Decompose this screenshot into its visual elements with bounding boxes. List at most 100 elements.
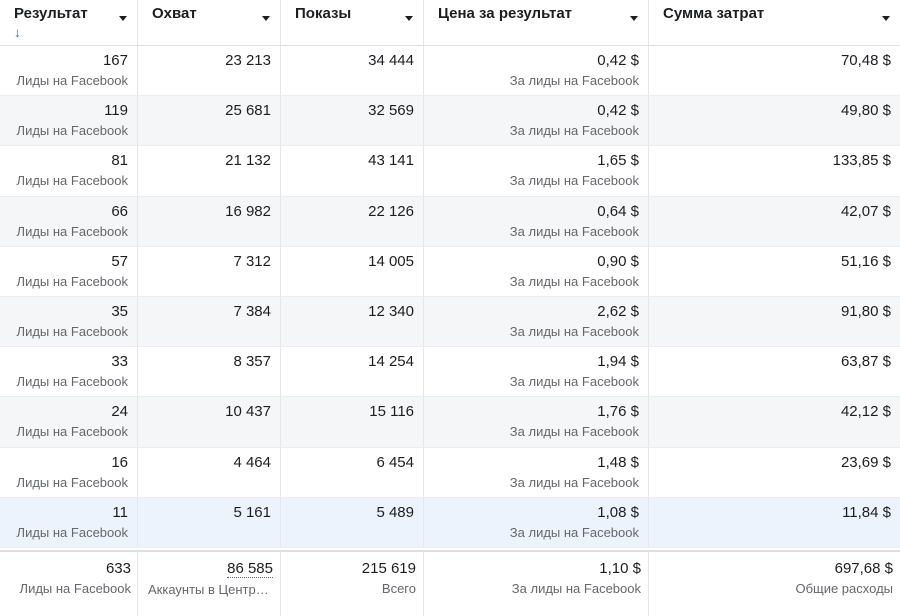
chevron-down-icon[interactable] xyxy=(405,16,413,21)
reach-cell: 7 384 xyxy=(138,296,281,347)
cpr-cell: 1,65 $ За лиды на Facebook xyxy=(424,146,649,196)
reach-cell: 4 464 xyxy=(138,447,281,497)
cpr-value: 1,94 $ xyxy=(597,353,639,371)
chevron-down-icon[interactable] xyxy=(882,16,890,21)
column-header-cost-per-result[interactable]: Цена за результат xyxy=(424,0,649,45)
table-row[interactable]: 33 Лиды на Facebook 8 357 14 254 1,94 $ За ли… xyxy=(0,347,900,398)
spend-value: 42,12 $ xyxy=(840,403,891,421)
spend-cell: 42,07 $ xyxy=(649,197,900,246)
table-row[interactable]: 35 Лиды на Facebook 7 384 12 340 2,62 $ За ли… xyxy=(0,296,900,348)
impressions-cell: 6 454 xyxy=(281,447,424,497)
result-value: 66 xyxy=(111,202,128,220)
cpr-cell: 0,90 $ За лиды на Facebook xyxy=(424,246,649,296)
total-reach-cell: 86 585 Аккаунты в Центр… xyxy=(138,551,281,616)
table-row[interactable]: 11 Лиды на Facebook 5 161 5 489 1,08 $ За лид… xyxy=(0,497,900,548)
chevron-down-icon[interactable] xyxy=(630,16,638,21)
cpr-value: 0,90 $ xyxy=(597,252,639,270)
result-cell: 119 Лиды на Facebook xyxy=(0,96,138,146)
table-row[interactable]: 16 Лиды на Facebook 4 464 6 454 1,48 $ За лид… xyxy=(0,447,900,498)
total-result-cell: 633 Лиды на Facebook xyxy=(0,551,138,616)
chevron-down-icon[interactable] xyxy=(262,16,270,21)
cpr-cell: 2,62 $ За лиды на Facebook xyxy=(424,296,649,347)
result-cell: 66 Лиды на Facebook xyxy=(0,196,138,246)
result-sublabel: Лиды на Facebook xyxy=(16,73,128,88)
cpr-sublabel: За лиды на Facebook xyxy=(509,424,639,440)
spend-value: 51,16 $ xyxy=(840,252,891,270)
result-sublabel: Лиды на Facebook xyxy=(16,524,128,540)
ads-results-table: Результат ↓ Охват Показы Цена за результ… xyxy=(0,0,900,616)
spend-cell: 11,84 $ xyxy=(649,498,900,547)
result-cell: 11 Лиды на Facebook xyxy=(0,497,138,547)
result-value: 81 xyxy=(111,152,128,170)
impressions-cell: 14 005 xyxy=(281,246,424,296)
reach-value: 16 982 xyxy=(225,202,271,220)
cpr-cell: 1,94 $ За лиды на Facebook xyxy=(424,347,649,397)
table-row[interactable]: 24 Лиды на Facebook 10 437 15 116 1,76 $ За л… xyxy=(0,397,900,448)
result-cell: 16 Лиды на Facebook xyxy=(0,447,138,497)
table-row[interactable]: 119 Лиды на Facebook 25 681 32 569 0,42 $ За … xyxy=(0,96,900,147)
spend-cell: 91,80 $ xyxy=(649,297,900,346)
spend-cell: 133,85 $ xyxy=(649,146,900,195)
spend-cell: 42,12 $ xyxy=(649,397,900,446)
impressions-value: 43 141 xyxy=(368,152,414,170)
total-spend-cell: 697,68 $ Общие расходы xyxy=(649,552,900,616)
spend-cell: 51,16 $ xyxy=(649,247,900,296)
reach-value: 21 132 xyxy=(225,152,271,170)
sort-descending-icon[interactable]: ↓ xyxy=(14,25,123,39)
reach-value: 23 213 xyxy=(225,52,271,69)
cpr-sublabel: За лиды на Facebook xyxy=(509,73,639,88)
result-sublabel: Лиды на Facebook xyxy=(16,273,128,289)
cpr-cell: 1,08 $ За лиды на Facebook xyxy=(424,497,649,547)
column-header-result[interactable]: Результат ↓ xyxy=(0,0,138,45)
cpr-sublabel: За лиды на Facebook xyxy=(509,273,639,289)
spend-cell: 70,48 $ xyxy=(649,46,900,95)
result-sublabel: Лиды на Facebook xyxy=(16,123,128,139)
column-header-label: Сумма затрат xyxy=(663,5,765,22)
reach-value: 8 357 xyxy=(233,353,271,371)
total-impressions-value: 215 619 xyxy=(361,559,416,577)
reach-cell: 10 437 xyxy=(138,397,281,447)
cpr-cell: 0,42 $ За лиды на Facebook xyxy=(424,96,649,146)
impressions-cell: 34 444 xyxy=(281,46,424,96)
column-header-label: Цена за результат xyxy=(438,5,573,22)
result-value: 16 xyxy=(111,453,128,471)
reach-value: 25 681 xyxy=(225,102,271,120)
result-value: 11 xyxy=(112,503,128,521)
spend-value: 11,84 $ xyxy=(842,503,891,521)
total-cpr-value: 1,10 $ xyxy=(599,559,641,577)
table-row[interactable]: 57 Лиды на Facebook 7 312 14 005 0,90 $ За ли… xyxy=(0,246,900,297)
impressions-cell: 22 126 xyxy=(281,196,424,246)
column-header-impressions[interactable]: Показы xyxy=(281,0,424,45)
cpr-sublabel: За лиды на Facebook xyxy=(509,323,639,339)
cpr-sublabel: За лиды на Facebook xyxy=(509,524,639,540)
result-value: 33 xyxy=(111,353,128,371)
impressions-value: 5 489 xyxy=(376,503,414,521)
cpr-sublabel: За лиды на Facebook xyxy=(509,374,639,390)
cpr-sublabel: За лиды на Facebook xyxy=(509,223,639,239)
reach-value: 5 161 xyxy=(233,503,271,521)
impressions-value: 34 444 xyxy=(368,52,414,69)
table-row[interactable]: 81 Лиды на Facebook 21 132 43 141 1,65 $ За л… xyxy=(0,146,900,197)
impressions-cell: 43 141 xyxy=(281,146,424,196)
table-row[interactable]: 167 Лиды на Facebook 23 213 34 444 0,42 $ За … xyxy=(0,46,900,97)
column-header-amount-spent[interactable]: Сумма затрат xyxy=(649,0,900,45)
impressions-cell: 14 254 xyxy=(281,347,424,397)
total-reach-value[interactable]: 86 585 xyxy=(227,560,273,578)
chevron-down-icon[interactable] xyxy=(119,16,127,21)
impressions-cell: 15 116 xyxy=(281,397,424,447)
reach-cell: 25 681 xyxy=(138,96,281,146)
total-reach-sublabel: Аккаунты в Центр… xyxy=(148,581,269,597)
spend-cell: 23,69 $ xyxy=(649,448,900,497)
reach-value: 7 312 xyxy=(233,252,271,270)
result-value: 24 xyxy=(111,403,128,421)
total-impressions-cell: 215 619 Всего xyxy=(281,551,424,616)
cpr-cell: 1,76 $ За лиды на Facebook xyxy=(424,397,649,447)
cpr-value: 2,62 $ xyxy=(597,302,639,320)
spend-value: 70,48 $ xyxy=(840,52,891,69)
table-row[interactable]: 66 Лиды на Facebook 16 982 22 126 0,64 $ За л… xyxy=(0,196,900,247)
reach-cell: 8 357 xyxy=(138,347,281,397)
column-header-reach[interactable]: Охват xyxy=(138,0,281,45)
spend-value: 133,85 $ xyxy=(832,152,891,170)
cpr-value: 0,42 $ xyxy=(597,52,639,69)
result-sublabel: Лиды на Facebook xyxy=(16,424,128,440)
